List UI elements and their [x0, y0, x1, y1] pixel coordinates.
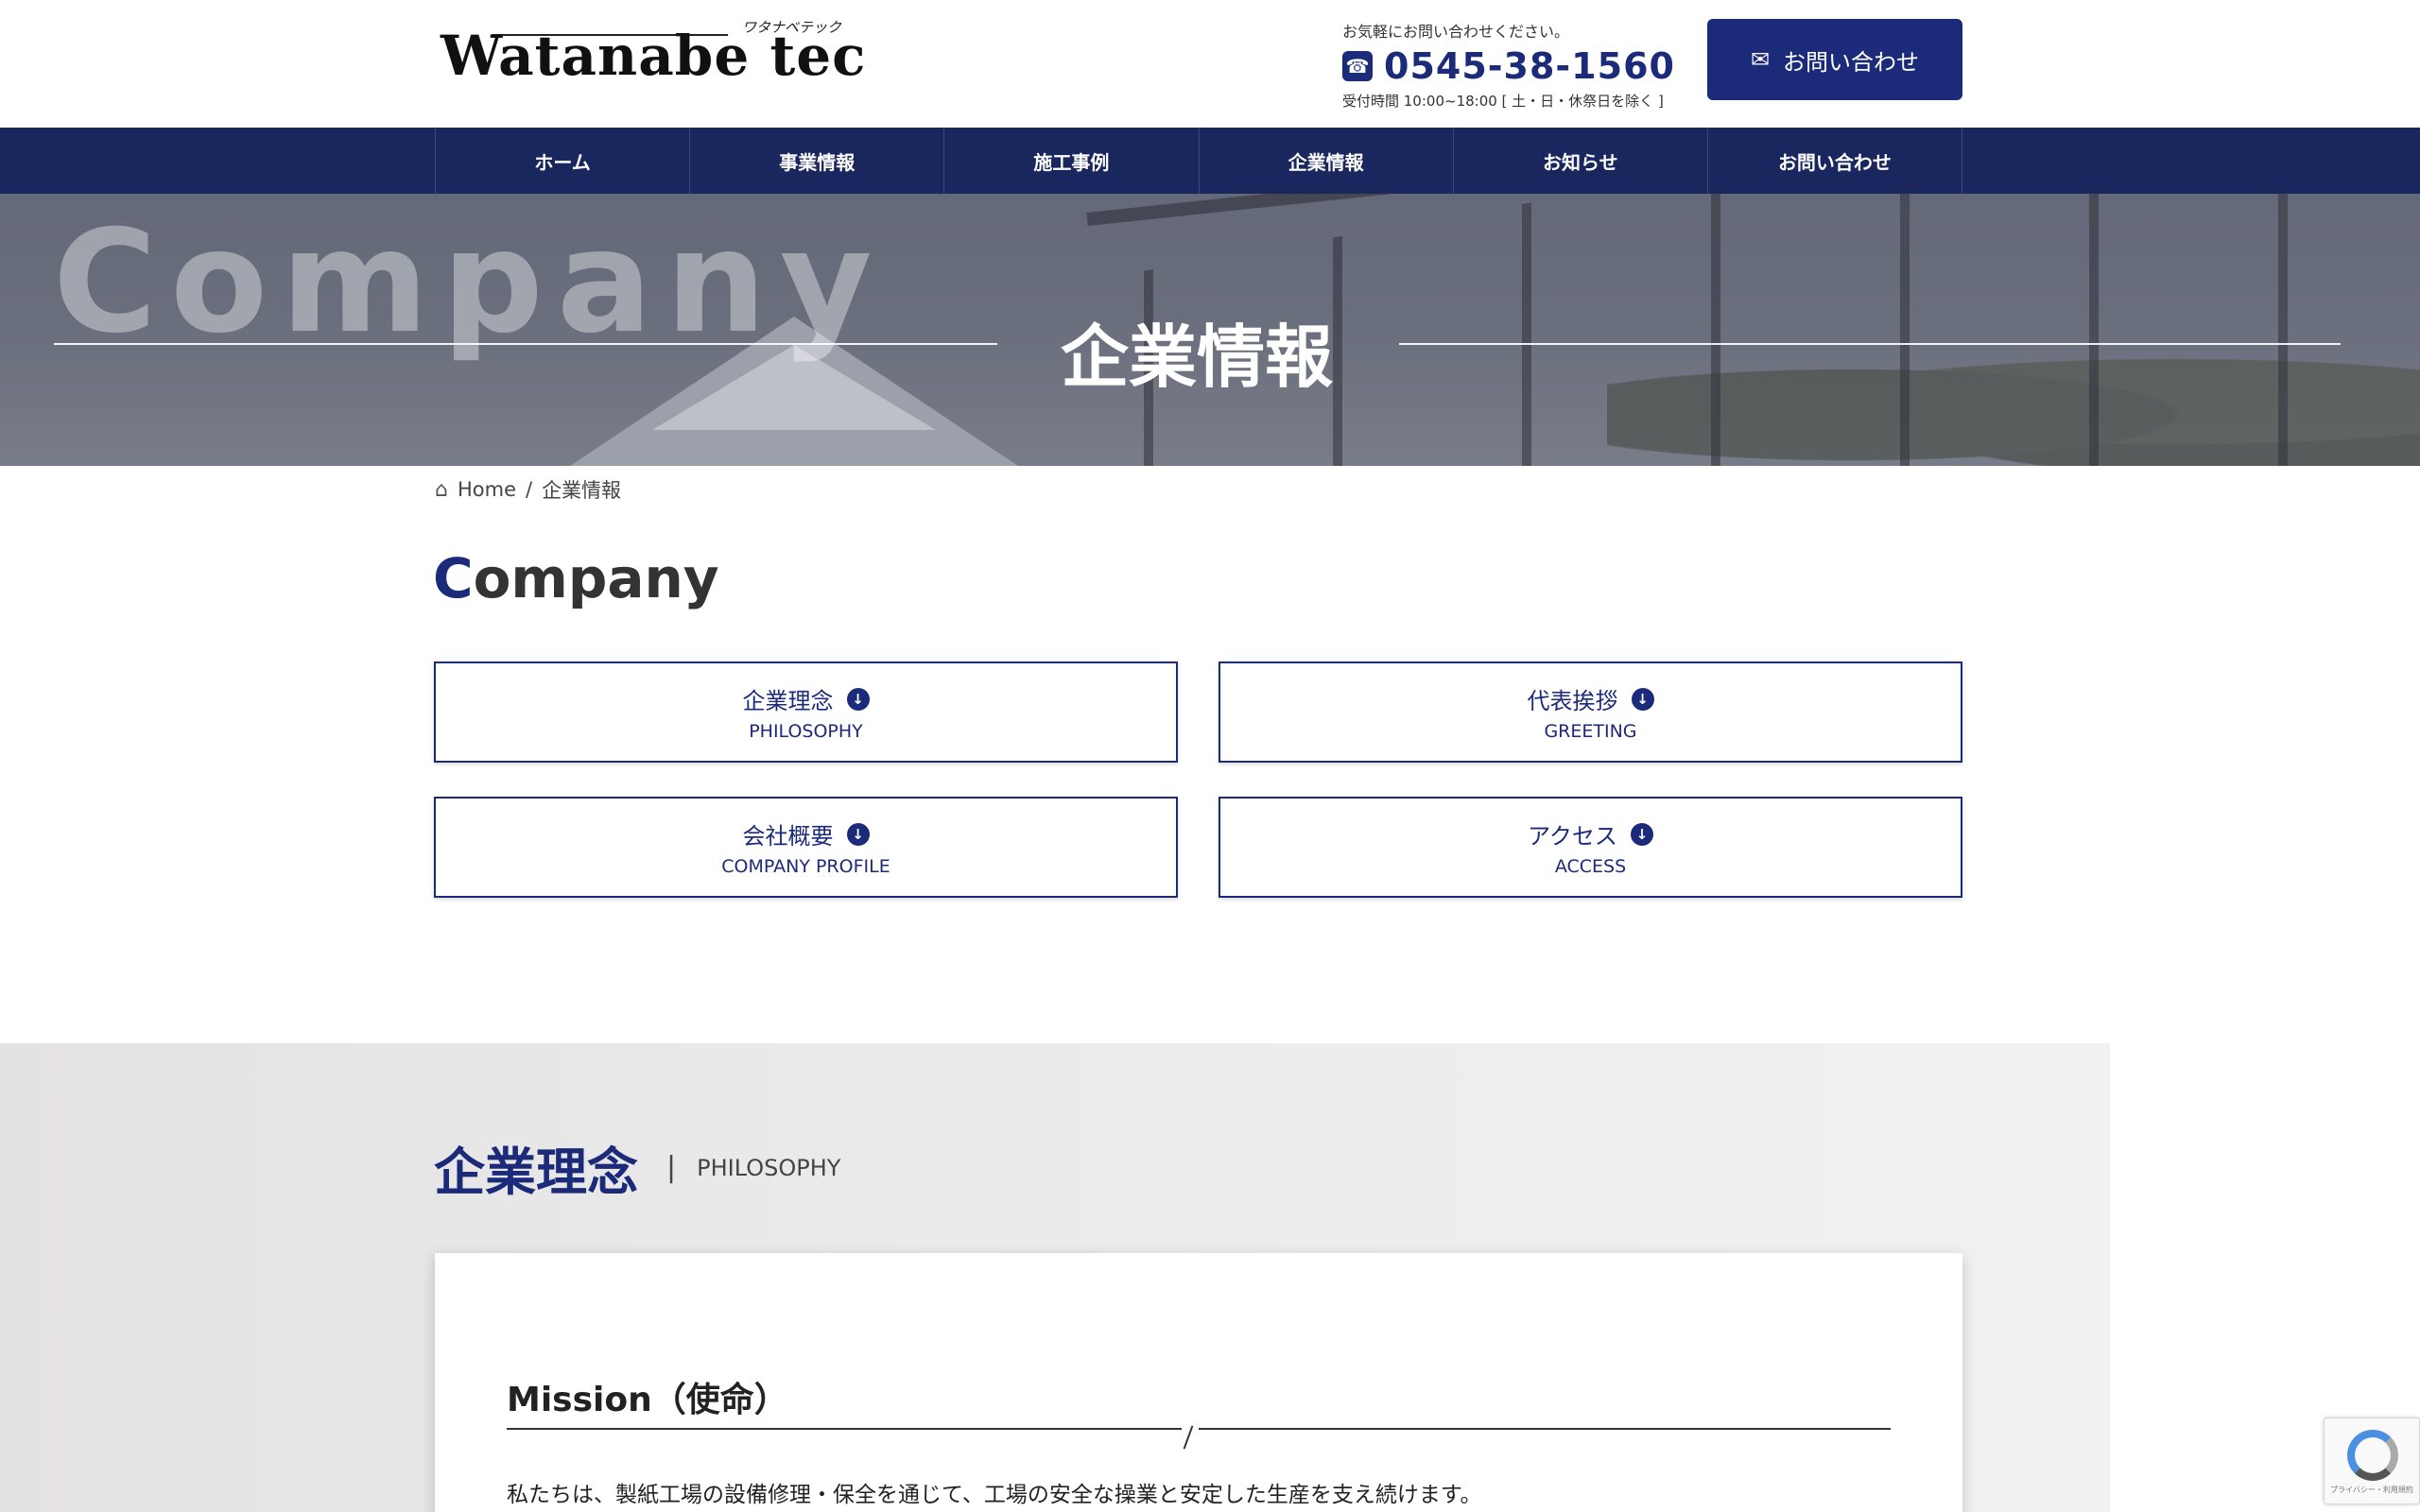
logo-text: Watanabe tec	[441, 24, 867, 88]
nav-item-business[interactable]: 事業情報	[690, 128, 945, 194]
business-hours: 受付時間 10:00~18:00 [ 土・日・休祭日を除く ]	[1342, 93, 1664, 110]
recaptcha-badge[interactable]: プライバシー・利用規約	[2324, 1418, 2420, 1504]
page: ワタナベテック Watanabe tec お気軽にお問い合わせください。 ☎ 0…	[0, 0, 2420, 1512]
breadcrumb-separator: /	[525, 478, 533, 501]
philosophy-title-ja: 企業理念	[434, 1143, 638, 1202]
nav-item-home[interactable]: ホーム	[436, 128, 691, 194]
anchor-title-row: 会社概要 ↓	[743, 817, 870, 850]
anchor-subtitle: ACCESS	[1554, 856, 1627, 877]
anchor-title-row: 代表挨拶 ↓	[1528, 682, 1654, 715]
philosophy-title-en: PHILOSOPHY	[697, 1154, 841, 1181]
mission-divider	[507, 1428, 1891, 1430]
anchor-title: 企業理念	[742, 688, 834, 714]
nav-item-news[interactable]: お知らせ	[1454, 128, 1708, 194]
page-heading-rest: ompany	[473, 546, 719, 610]
philosophy-heading: 企業理念 | PHILOSOPHY	[434, 1130, 840, 1205]
mission-text: 私たちは、製紙工場の設備修理・保全を通じて、工場の安全な操業と安定した生産を支え…	[507, 1483, 1482, 1507]
heading-separator: |	[666, 1151, 677, 1184]
anchor-title: 代表挨拶	[1527, 688, 1618, 714]
nav-item-works[interactable]: 施工事例	[944, 128, 1200, 194]
contact-note: お気軽にお問い合わせください。	[1342, 23, 1570, 41]
site-logo[interactable]: ワタナベテック Watanabe tec	[435, 13, 865, 89]
hero-title-ja: 企業情報	[1060, 318, 1333, 397]
nav-item-company[interactable]: 企業情報	[1200, 128, 1454, 194]
global-nav: ホーム 事業情報 施工事例 企業情報 お知らせ お問い合わせ	[0, 128, 2420, 194]
anchor-access[interactable]: アクセス ↓ ACCESS	[1219, 797, 1962, 898]
anchor-title-row: 企業理念 ↓	[743, 682, 870, 715]
arrow-down-icon: ↓	[846, 822, 870, 846]
hero-title-en: Company	[53, 200, 886, 365]
phone-icon: ☎	[1342, 51, 1373, 81]
anchor-subtitle: GREETING	[1544, 721, 1637, 742]
contact-button-label: お問い合わせ	[1783, 48, 1920, 76]
arrow-down-icon: ↓	[1630, 822, 1653, 846]
hero-line-right	[1399, 343, 2341, 345]
phone-row[interactable]: ☎ 0545-38-1560	[1342, 45, 1683, 87]
page-hero: Company 企業情報	[0, 194, 2420, 466]
site-header: ワタナベテック Watanabe tec お気軽にお問い合わせください。 ☎ 0…	[0, 0, 2420, 128]
breadcrumb: ⌂ Home / 企業情報	[435, 475, 621, 504]
breadcrumb-home[interactable]: Home	[458, 478, 516, 501]
phone-number[interactable]: 0545-38-1560	[1384, 45, 1675, 87]
anchor-title-row: アクセス ↓	[1528, 817, 1653, 850]
anchor-subtitle: PHILOSOPHY	[749, 721, 863, 742]
home-icon: ⌂	[435, 477, 448, 502]
page-heading-accent: C	[433, 546, 474, 610]
recaptcha-text: プライバシー・利用規約	[2330, 1486, 2413, 1494]
philosophy-card: Mission（使命） 私たちは、製紙工場の設備修理・保全を通じて、工場の安全な…	[435, 1253, 1962, 1512]
nav-item-contact[interactable]: お問い合わせ	[1708, 128, 1963, 194]
arrow-down-icon: ↓	[846, 687, 870, 711]
mission-title: Mission（使命）	[507, 1381, 788, 1419]
anchor-company-profile[interactable]: 会社概要 ↓ COMPANY PROFILE	[434, 797, 1178, 898]
anchor-philosophy[interactable]: 企業理念 ↓ PHILOSOPHY	[434, 662, 1178, 763]
page-heading: Company	[433, 546, 719, 610]
anchor-greeting[interactable]: 代表挨拶 ↓ GREETING	[1219, 662, 1962, 763]
anchor-title: アクセス	[1528, 823, 1617, 850]
contact-button[interactable]: ✉ お問い合わせ	[1707, 19, 1962, 100]
hero-line-left	[54, 343, 997, 345]
recaptcha-icon	[2347, 1430, 2398, 1481]
breadcrumb-current: 企業情報	[542, 479, 622, 502]
anchor-title: 会社概要	[742, 823, 834, 850]
header-contact: お気軽にお問い合わせください。 ☎ 0545-38-1560 受付時間 10:0…	[1342, 19, 1683, 111]
mail-icon: ✉	[1750, 46, 1771, 73]
anchor-subtitle: COMPANY PROFILE	[721, 856, 890, 877]
arrow-down-icon: ↓	[1631, 687, 1654, 711]
nav-list: ホーム 事業情報 施工事例 企業情報 お知らせ お問い合わせ	[435, 128, 1963, 194]
